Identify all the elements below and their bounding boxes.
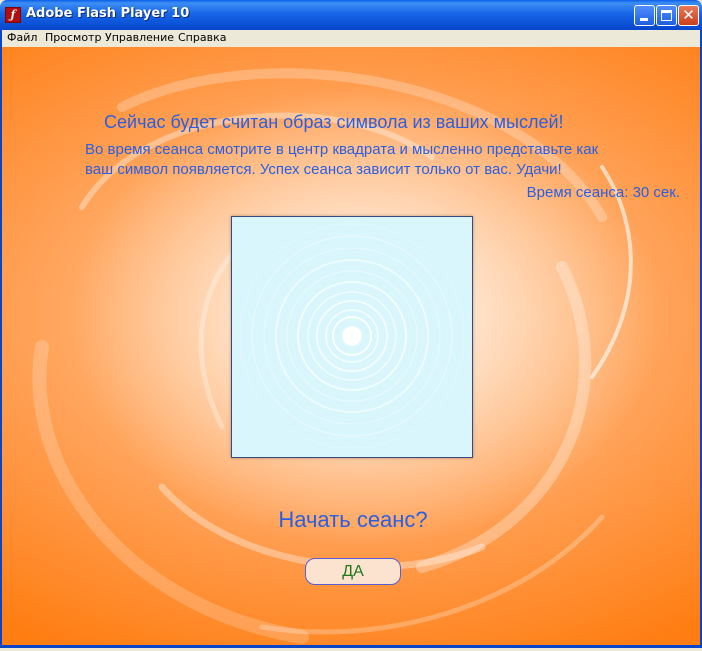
yes-button[interactable]: ДА [305, 558, 401, 585]
instruction-line: Во время сеанса смотрите в центр квадрат… [85, 141, 599, 158]
focus-square [231, 216, 473, 458]
menu-file[interactable]: Файл [7, 31, 37, 44]
close-button[interactable]: ✕ [678, 5, 699, 26]
flash-content-area: Сейчас будет считан образ символа из ваш… [0, 47, 702, 648]
flash-player-icon: ƒ [5, 7, 21, 23]
minimize-icon [640, 18, 648, 21]
instruction-line: ваш символ появляется. Успех сеанса зави… [85, 161, 562, 178]
concentric-rings-image [239, 223, 465, 449]
session-timer: Время сеанса: 30 сек. [526, 184, 680, 201]
window-title: Adobe Flash Player 10 [26, 6, 190, 21]
minimize-button[interactable] [634, 5, 655, 26]
menu-control[interactable]: Управление [105, 31, 174, 44]
headline: Сейчас будет считан образ символа из ваш… [104, 112, 564, 132]
start-session-prompt: Начать сеанс? [278, 507, 428, 532]
menu-help[interactable]: Справка [178, 31, 226, 44]
close-icon: ✕ [682, 6, 695, 24]
maximize-icon [661, 10, 672, 21]
menu-view[interactable]: Просмотр [45, 31, 101, 44]
title-bar[interactable]: ƒ Adobe Flash Player 10 ✕ [0, 0, 702, 30]
menu-bar: Файл Просмотр Управление Справка [0, 30, 702, 47]
maximize-button[interactable] [656, 5, 677, 26]
instruction-text: Во время сеанса смотрите в центр квадрат… [85, 140, 598, 180]
